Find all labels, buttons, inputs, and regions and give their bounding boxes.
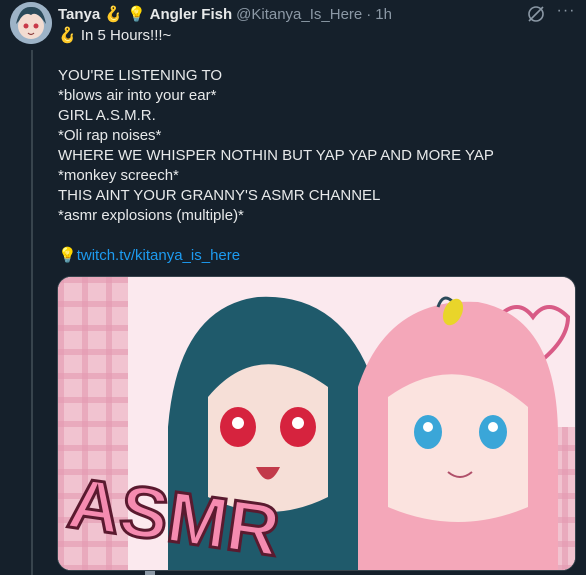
avatar[interactable] — [10, 2, 52, 44]
tweet-text: 🪝 In 5 Hours!!!~ YOU'RE LISTENING TO *bl… — [58, 26, 558, 266]
tweet-line: GIRL A.S.M.R. — [58, 107, 156, 124]
lightbulb-emoji-icon: 💡 — [126, 5, 146, 23]
thread-line — [31, 50, 33, 575]
tweet-link-line: 💡twitch.tv/kitanya_is_here — [58, 246, 558, 266]
tweet-line: WHERE WE WHISPER NOTHIN BUT YAP YAP AND … — [58, 147, 494, 164]
tweet-line: 🪝 In 5 Hours!!!~ — [58, 27, 172, 44]
tweet-line: THIS AINT YOUR GRANNY'S ASMR CHANNEL — [58, 187, 381, 204]
timestamp[interactable]: 1h — [375, 6, 392, 23]
tweet-line: YOU'RE LISTENING TO — [58, 67, 223, 84]
lightbulb-icon: 💡 — [58, 247, 77, 264]
author-handle[interactable]: @Kitanya_Is_Here — [236, 6, 362, 23]
separator-dot: · — [366, 5, 372, 23]
tweet-link[interactable]: twitch.tv/kitanya_is_here — [77, 247, 240, 264]
grok-icon[interactable] — [526, 4, 546, 24]
tweet-line: *asmr explosions (multiple)* — [58, 207, 244, 224]
author-name[interactable]: Tanya — [58, 6, 100, 23]
tweet-media[interactable]: ASMR — [57, 276, 576, 571]
author-name-suffix[interactable]: Angler Fish — [150, 6, 233, 23]
tweet-line — [58, 226, 558, 246]
media-artwork: ASMR — [58, 277, 575, 570]
avatar-image — [10, 2, 52, 44]
more-icon[interactable]: ··· — [554, 3, 578, 24]
tweet-line — [58, 46, 558, 66]
cut-off-element — [145, 571, 155, 575]
tweet-line: *blows air into your ear* — [58, 87, 217, 104]
tweet-header: Tanya 🪝 💡 Angler Fish @Kitanya_Is_Here ·… — [58, 4, 546, 24]
tweet-line: *monkey screech* — [58, 167, 179, 184]
tweet-line: *Oli rap noises* — [58, 127, 162, 144]
hook-emoji-icon: 🪝 — [104, 5, 123, 23]
